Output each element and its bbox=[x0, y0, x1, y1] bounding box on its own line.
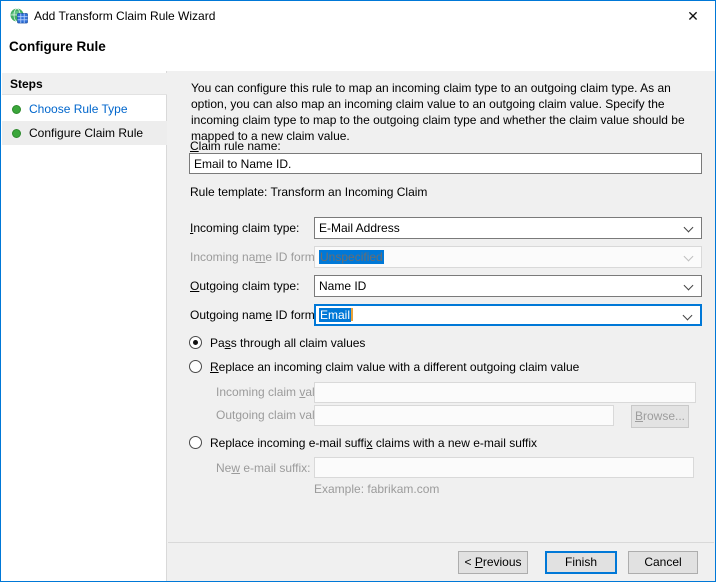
selected-value: Name ID bbox=[319, 279, 367, 293]
outgoing-claim-value-input bbox=[314, 405, 614, 426]
step-complete-icon bbox=[12, 129, 21, 138]
selected-value: E-Mail Address bbox=[319, 221, 400, 235]
radio-label: Replace an incoming claim value with a d… bbox=[210, 360, 580, 374]
incoming-claim-type-label: Incoming claim type: bbox=[190, 221, 300, 235]
chevron-down-icon bbox=[683, 222, 694, 233]
selected-value: Email bbox=[319, 308, 352, 322]
window-title: Add Transform Claim Rule Wizard bbox=[34, 9, 216, 23]
outgoing-claim-type-select[interactable]: Name ID bbox=[314, 275, 702, 297]
sidebar-item-configure-claim-rule[interactable]: Configure Claim Rule bbox=[2, 121, 167, 145]
radio-button-icon bbox=[189, 436, 202, 449]
claim-rule-name-input[interactable] bbox=[189, 153, 702, 174]
adfs-wizard-icon bbox=[10, 8, 28, 24]
steps-heading: Steps bbox=[2, 73, 167, 95]
outgoing-name-id-format-label: Outgoing name ID format: bbox=[190, 308, 329, 322]
text-caret bbox=[351, 308, 354, 321]
step-complete-icon bbox=[12, 105, 21, 114]
step-label: Choose Rule Type bbox=[29, 102, 128, 116]
new-email-suffix-label: New e-mail suffix: bbox=[216, 461, 311, 475]
new-email-suffix-input bbox=[314, 457, 694, 478]
radio-label: Pass through all claim values bbox=[210, 336, 366, 350]
incoming-name-id-format-label: Incoming name ID format: bbox=[190, 250, 329, 264]
cancel-button[interactable]: Cancel bbox=[628, 551, 698, 574]
page-title: Configure Rule bbox=[9, 39, 106, 54]
outgoing-claim-type-label: Outgoing claim type: bbox=[190, 279, 300, 293]
finish-button[interactable]: Finish bbox=[545, 551, 617, 574]
chevron-down-icon bbox=[682, 310, 693, 321]
claim-rule-name-label: Claim rule name: bbox=[190, 139, 281, 153]
chevron-down-icon bbox=[683, 251, 694, 262]
sidebar-item-choose-rule-type[interactable]: Choose Rule Type bbox=[2, 97, 167, 121]
previous-button[interactable]: < Previous bbox=[458, 551, 528, 574]
radio-button-icon bbox=[189, 336, 202, 349]
outgoing-name-id-format-select[interactable]: Email bbox=[314, 304, 702, 326]
rule-description-text: You can configure this rule to map an in… bbox=[191, 81, 685, 143]
incoming-name-id-format-select: Unspecified bbox=[314, 246, 702, 268]
suffix-example-text: Example: fabrikam.com bbox=[314, 482, 440, 496]
title-bar: Add Transform Claim Rule Wizard ✕ bbox=[1, 1, 715, 31]
radio-button-icon bbox=[189, 360, 202, 373]
browse-button: Browse... bbox=[631, 405, 689, 428]
close-icon[interactable]: ✕ bbox=[681, 6, 705, 26]
rule-template-text: Rule template: Transform an Incoming Cla… bbox=[190, 185, 428, 199]
sidebar-background bbox=[1, 71, 167, 581]
step-label: Configure Claim Rule bbox=[29, 126, 144, 140]
footer-divider bbox=[168, 542, 714, 543]
incoming-claim-value-input bbox=[314, 382, 696, 403]
incoming-claim-type-select[interactable]: E-Mail Address bbox=[314, 217, 702, 239]
selected-value: Unspecified bbox=[319, 250, 384, 264]
radio-label: Replace incoming e-mail suffix claims wi… bbox=[210, 436, 538, 450]
chevron-down-icon bbox=[683, 280, 694, 291]
wizard-window: Add Transform Claim Rule Wizard ✕ Config… bbox=[0, 0, 716, 582]
